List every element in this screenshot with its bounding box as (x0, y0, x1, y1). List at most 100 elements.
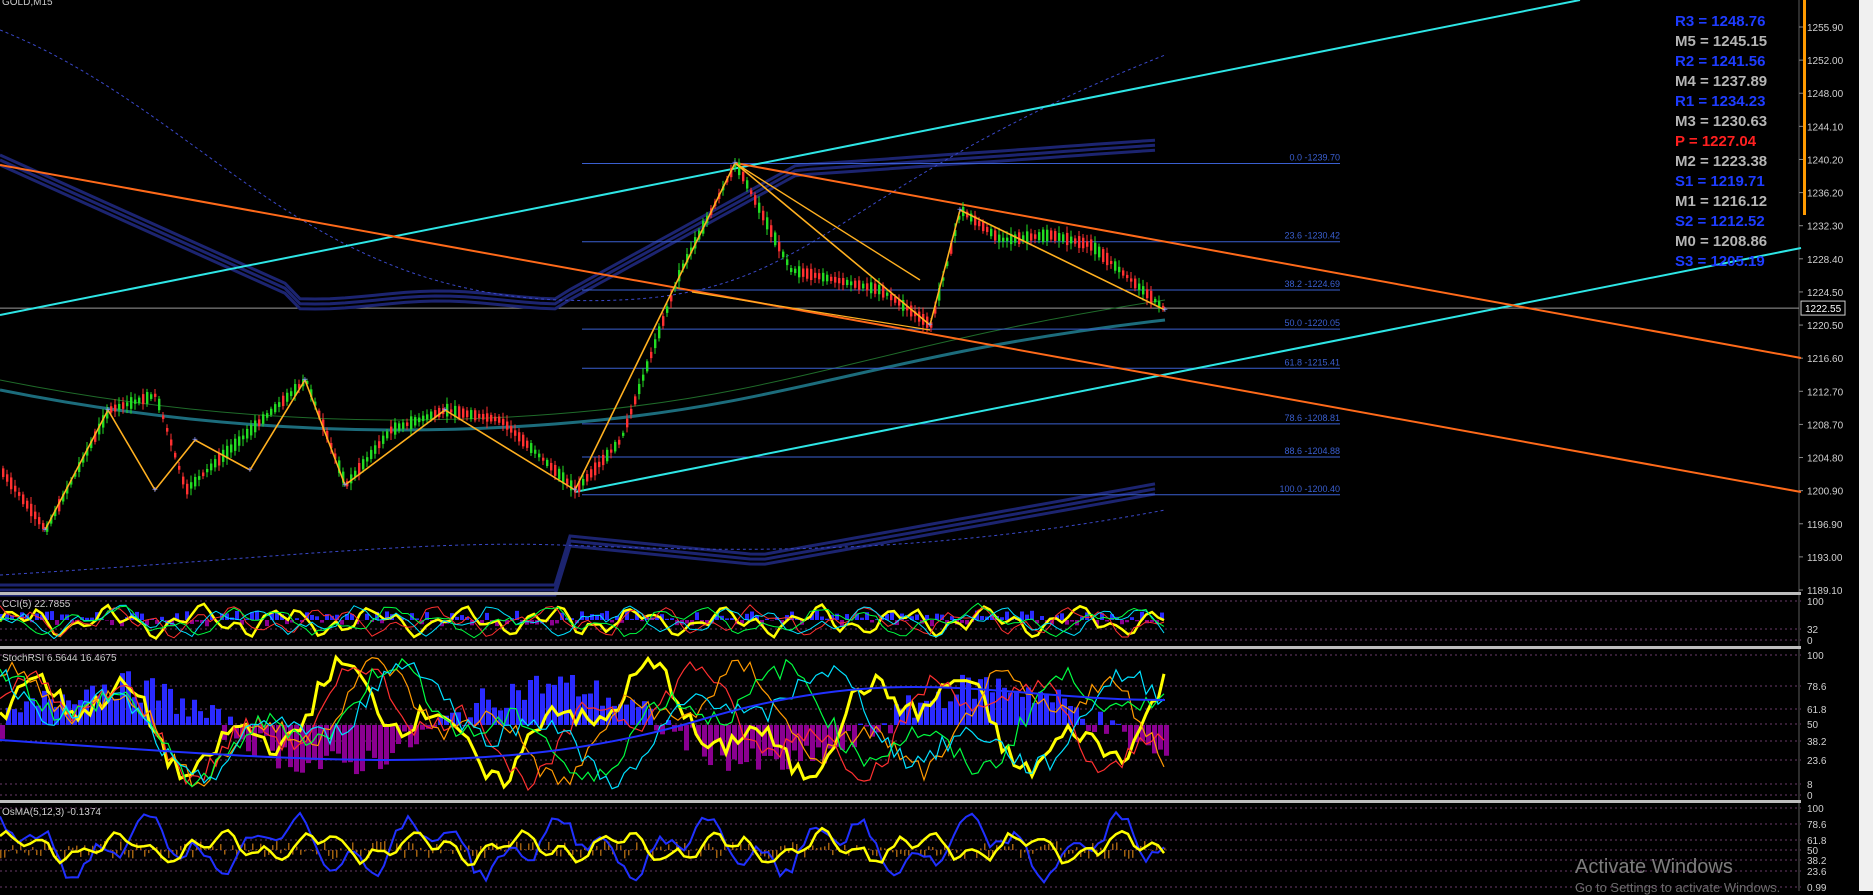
candle-body (498, 416, 500, 422)
osma-histogram-bar (1108, 850, 1110, 858)
candle-body (1066, 233, 1068, 245)
candle-body (762, 211, 764, 221)
osma-histogram-bar (984, 843, 986, 850)
candle-body (1122, 270, 1124, 275)
cci-histogram-bar (695, 612, 699, 620)
osma-histogram-bar (744, 849, 746, 850)
price-axis-label: 1200.90 (1807, 487, 1844, 498)
candle-body (422, 416, 424, 421)
osma-histogram-bar (484, 850, 486, 858)
candle-body (1106, 253, 1108, 265)
osma-histogram-bar (736, 848, 738, 850)
candle-body (206, 469, 208, 472)
stochrsi-histogram-bar (1050, 702, 1055, 725)
candle-body (214, 459, 216, 467)
candle-body (982, 222, 984, 231)
candle-body (1054, 231, 1056, 241)
pivot-level-row: S3 = 1205.19 (1675, 252, 1795, 272)
osma-histogram-bar (312, 850, 314, 851)
fib-level-label: 0.0 -1239.70 (1289, 153, 1340, 163)
osma-histogram-bar (428, 850, 430, 858)
osma-histogram-bar (148, 850, 150, 853)
osma-histogram-bar (896, 850, 898, 857)
candle-body (242, 436, 244, 440)
candle-body (1002, 238, 1004, 242)
candle-body (410, 416, 412, 429)
vertical-scrollbar[interactable] (1859, 0, 1873, 891)
zigzag-point-marker: + (927, 320, 933, 331)
osma-histogram-bar (1088, 850, 1090, 858)
osma-histogram-bar (364, 849, 366, 850)
cci-histogram-bar (195, 620, 199, 622)
cci-histogram-bar (365, 614, 369, 620)
stochrsi-histogram-bar (0, 725, 5, 739)
stochrsi-histogram-bar (630, 700, 635, 725)
pivot-level-row: M3 = 1230.63 (1675, 112, 1795, 132)
candle-body (466, 410, 468, 417)
candle-body (458, 406, 460, 418)
osma-histogram-bar (600, 850, 602, 856)
osma-histogram-bar (1120, 849, 1122, 850)
candle-body (1062, 234, 1064, 241)
candle-body (470, 410, 472, 419)
osma-histogram-bar (1024, 850, 1026, 852)
osma-histogram-bar (1040, 847, 1042, 850)
stochrsi-histogram-bar (846, 725, 851, 731)
osma-histogram-bar (272, 845, 274, 850)
axis-highlight-bar (1803, 0, 1806, 215)
candle-body (1134, 279, 1136, 289)
candle-body (378, 441, 380, 448)
price-axis-label: 1212.70 (1807, 387, 1844, 398)
osma-histogram-bar (624, 850, 626, 858)
candle-body (210, 464, 212, 471)
candle-body (1150, 291, 1152, 304)
osma-histogram-bar (904, 850, 906, 856)
cci-histogram-bar (640, 620, 644, 621)
price-axis-label: 1216.60 (1807, 354, 1844, 365)
cci-histogram-bar (460, 615, 464, 620)
osma-histogram-bar (44, 843, 46, 850)
osma-histogram-bar (352, 842, 354, 850)
candle-body (1130, 278, 1132, 281)
candle-body (870, 282, 872, 293)
osma-histogram-bar (712, 847, 714, 850)
candle-body (634, 396, 636, 404)
cci-histogram-bar (1150, 620, 1154, 622)
cci-histogram-bar (105, 620, 109, 621)
osma-histogram-bar (660, 847, 662, 850)
candle-body (10, 477, 12, 489)
cci-histogram-bar (1005, 612, 1009, 620)
chart-window[interactable]: 1255.901252.001248.001244.101240.201236.… (0, 0, 1873, 891)
osma-histogram-bar (460, 845, 462, 850)
candle-body (770, 225, 772, 237)
pivot-levels-panel: R3 = 1248.76M5 = 1245.15R2 = 1241.56M4 =… (1675, 12, 1795, 272)
subwindow-separator (0, 800, 1801, 803)
cci-histogram-bar (5, 614, 9, 620)
osma-histogram-bar (480, 846, 482, 850)
osma-histogram-bar (256, 849, 258, 850)
candle-body (402, 422, 404, 428)
osma-histogram-bar (596, 846, 598, 850)
cci-histogram-bar (905, 620, 909, 621)
cci-histogram-bar (670, 618, 674, 620)
candle-body (38, 517, 40, 524)
osma-histogram-bar (248, 850, 250, 852)
osma-histogram-bar (872, 850, 874, 855)
osma-histogram-bar (168, 850, 170, 858)
candle-body (278, 402, 280, 407)
pivot-level-row: S1 = 1219.71 (1675, 172, 1795, 192)
stochrsi-histogram-bar (342, 725, 347, 763)
candle-body (266, 413, 268, 418)
cci-histogram-bar (255, 611, 259, 620)
candle-body (618, 440, 620, 445)
osma-histogram-bar (504, 850, 506, 852)
fib-level-label: 88.6 -1204.88 (1284, 446, 1340, 456)
stochrsi-histogram-bar (192, 700, 197, 725)
osma-histogram-bar (876, 850, 878, 856)
candle-body (190, 482, 192, 488)
price-chart-canvas[interactable]: 1255.901252.001248.001244.101240.201236.… (0, 0, 1873, 891)
candle-body (150, 394, 152, 399)
osma-histogram-bar (128, 850, 130, 857)
osma-histogram-bar (264, 850, 266, 857)
cci-histogram-bar (930, 620, 934, 626)
